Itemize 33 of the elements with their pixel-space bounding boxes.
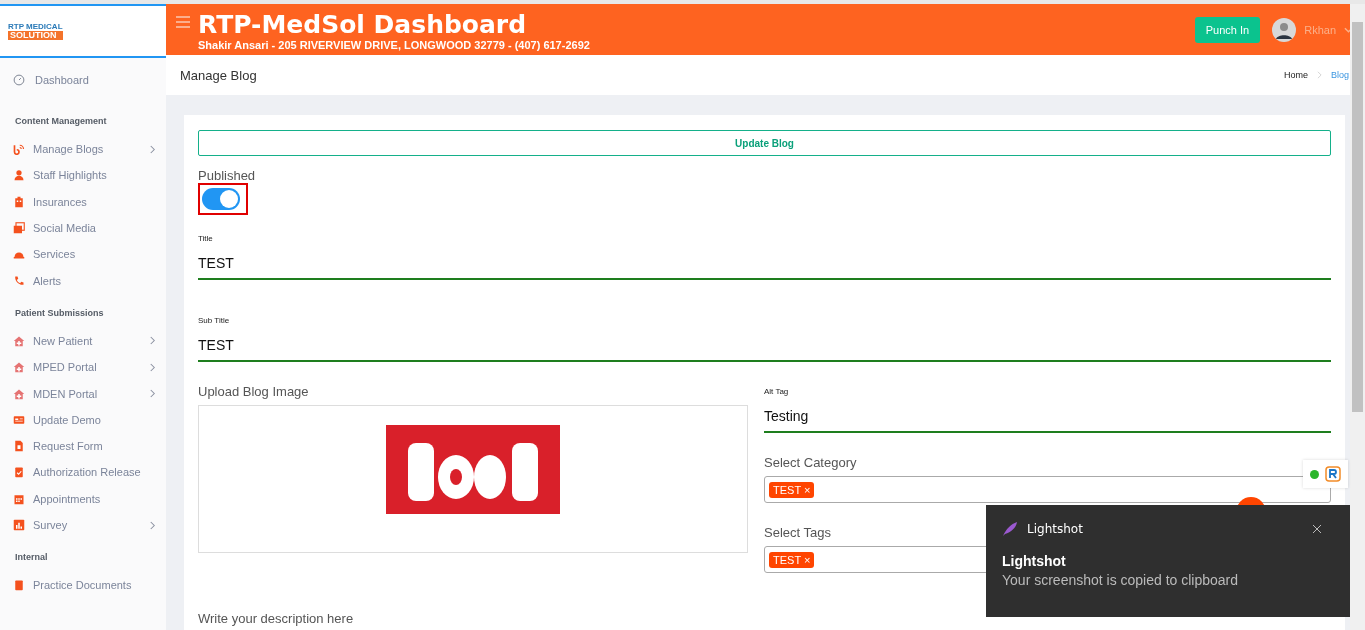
sidebar-label: Social Media bbox=[33, 222, 97, 235]
field-label: Published bbox=[198, 168, 256, 183]
sidebar-label: Survey bbox=[33, 519, 69, 531]
sidebar-label: MDEN Portal bbox=[33, 387, 99, 400]
section-heading: Internal bbox=[14, 551, 49, 565]
field-label: Upload Blog Image bbox=[198, 384, 309, 399]
sidebar-label: Alerts bbox=[33, 274, 63, 287]
address-line: Shakir Ansari - 205 RIVERVIEW DRIVE, LONGWOOD 32779 - (407) 617-2692 bbox=[198, 38, 590, 51]
app-name: Lightshot bbox=[1027, 522, 1083, 536]
sidebar-label: Request Form bbox=[33, 440, 104, 453]
logo: RTP MEDICAL SOLUTION bbox=[8, 22, 63, 40]
sidebar-label: Authorization Release bbox=[33, 466, 142, 479]
sidebar-label: Appointments bbox=[33, 492, 102, 505]
sidebar-label: MPED Portal bbox=[33, 361, 98, 374]
field-label: Write your description here bbox=[198, 611, 354, 626]
field-label: Sub Title bbox=[198, 316, 230, 325]
field-label: Alt Tag bbox=[764, 387, 789, 396]
sidebar-label: Practice Documents bbox=[33, 579, 133, 592]
sidebar-label: Staff Highlights bbox=[33, 169, 108, 182]
sidebar-label: New Patient bbox=[33, 334, 94, 347]
notification-message: Your screenshot is copied to clipboard bbox=[1002, 572, 1240, 588]
section-heading: Patient Submissions bbox=[14, 306, 105, 320]
sidebar-label: Services bbox=[33, 248, 77, 261]
dashboard-title: RTP-MedSol Dashboard bbox=[198, 10, 528, 39]
field-label: Select Category bbox=[764, 455, 857, 470]
notification-title: Lightshot bbox=[1002, 553, 1067, 569]
page-title: Manage Blog bbox=[180, 67, 257, 83]
sidebar-label: Insurances bbox=[33, 195, 88, 208]
sidebar-label: Manage Blogs bbox=[33, 143, 105, 156]
sidebar-label: Update Demo bbox=[33, 413, 102, 426]
field-label: Select Tags bbox=[764, 525, 831, 540]
field-label: Title bbox=[198, 234, 213, 243]
section-heading: Content Management bbox=[14, 115, 108, 128]
